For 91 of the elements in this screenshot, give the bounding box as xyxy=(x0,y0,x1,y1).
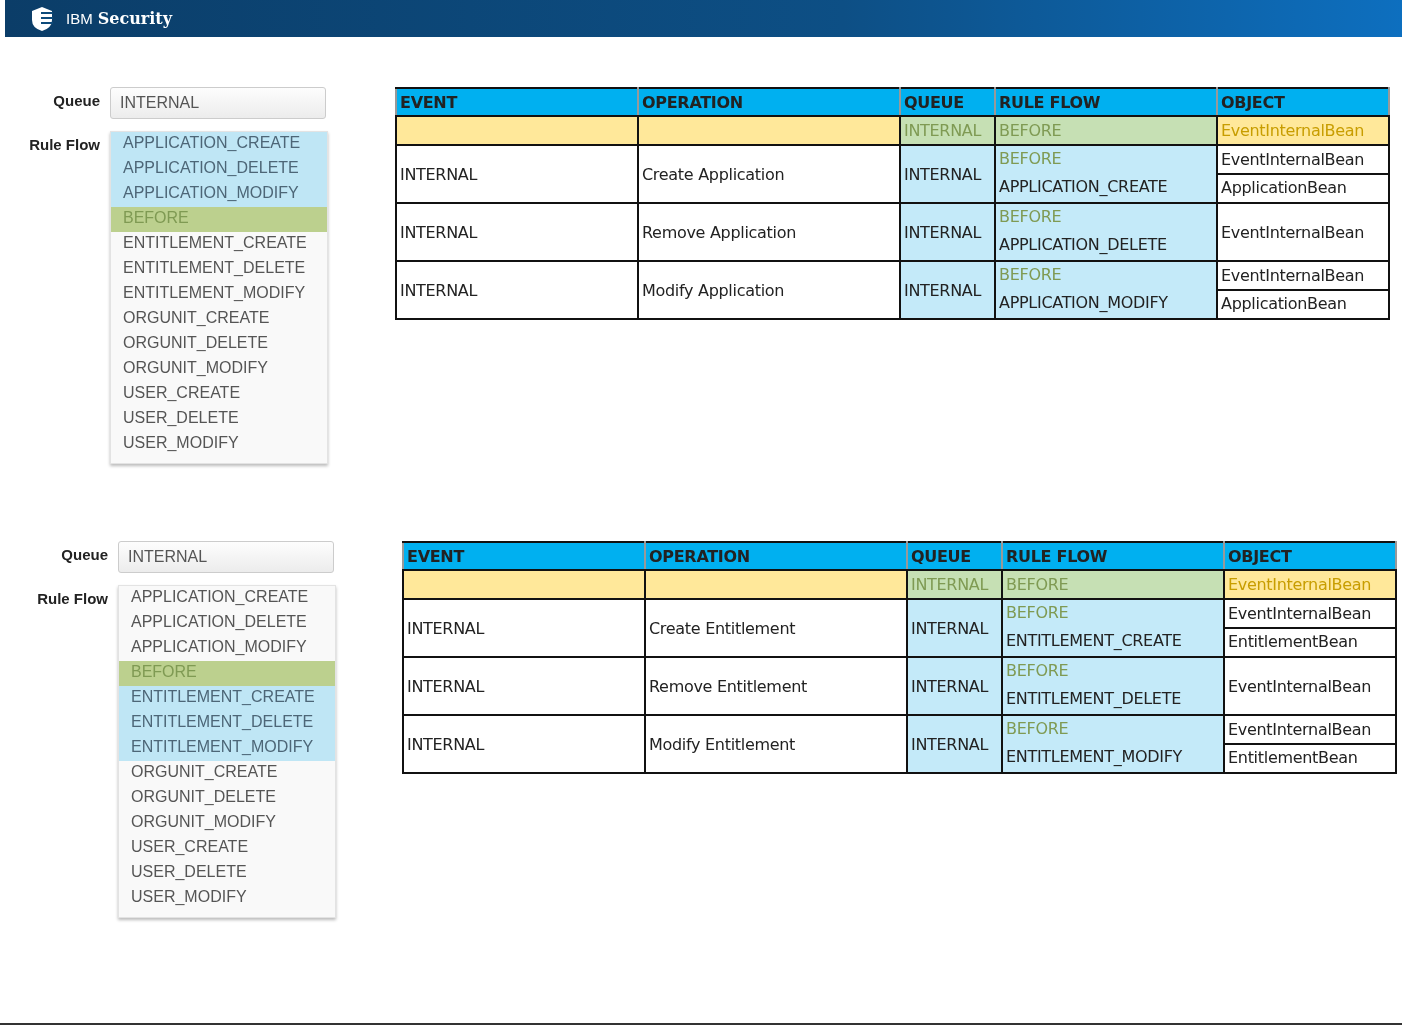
table-cell: BEFORE xyxy=(1002,570,1224,599)
rule-flow-option[interactable]: USER_MODIFY xyxy=(111,432,327,457)
shield-stripes-icon xyxy=(29,5,55,32)
column-header: OBJECT xyxy=(1217,88,1389,116)
column-header: OPERATION xyxy=(645,542,907,570)
table-cell: BEFORE xyxy=(995,116,1217,145)
rule-flow-option[interactable]: ENTITLEMENT_CREATE xyxy=(119,686,335,711)
table-cell: Modify Entitlement xyxy=(645,715,907,773)
brand-name: Security xyxy=(97,9,172,28)
rule-flow-option[interactable]: ENTITLEMENT_DELETE xyxy=(111,257,327,282)
table-cell: INTERNAL xyxy=(900,145,995,203)
rule-flow-option[interactable]: USER_DELETE xyxy=(111,407,327,432)
table-cell-text: ENTITLEMENT_DELETE xyxy=(1005,688,1182,710)
rule-flow-option[interactable]: ENTITLEMENT_DELETE xyxy=(119,711,335,736)
table-cell: INTERNAL xyxy=(396,145,638,203)
table-cell-text: APPLICATION_MODIFY xyxy=(998,292,1169,314)
table-cell-text: EventInternalBean xyxy=(1227,719,1373,741)
table-cell-text: BEFORE xyxy=(998,148,1063,170)
rule-flow-option[interactable]: APPLICATION_CREATE xyxy=(119,586,335,611)
rule-flow-option[interactable]: ENTITLEMENT_MODIFY xyxy=(111,282,327,307)
table-cell: EventInternalBean xyxy=(1217,116,1389,145)
table-cell-text: EventInternalBean xyxy=(1220,222,1366,242)
rule-flow-option[interactable]: ORGUNIT_DELETE xyxy=(119,786,335,811)
rule-flow-list[interactable] xyxy=(118,585,336,918)
table-cell-text: BEFORE xyxy=(1005,718,1070,740)
rule-flow-option[interactable]: USER_MODIFY xyxy=(119,886,335,911)
table-cell: INTERNAL xyxy=(396,203,638,261)
table-cell: Remove Entitlement xyxy=(645,657,907,715)
table-cell-text: EventInternalBean xyxy=(1220,149,1366,171)
column-header: QUEUE xyxy=(900,88,995,116)
table-cell-text: EventInternalBean xyxy=(1220,265,1366,287)
column-header: EVENT xyxy=(403,542,645,570)
rule-flow-option[interactable]: ORGUNIT_DELETE xyxy=(111,332,327,357)
table-cell: EntitlementBean xyxy=(1225,627,1395,655)
table-cell: INTERNAL xyxy=(396,261,638,319)
table-cell: INTERNAL xyxy=(403,599,645,657)
table-cell: ApplicationBean xyxy=(1218,289,1388,317)
table-cell-text: EventInternalBean xyxy=(1227,676,1373,696)
rule-flow-option[interactable]: APPLICATION_MODIFY xyxy=(111,182,327,207)
table-cell: EntitlementBean xyxy=(1225,743,1395,771)
table-cell: INTERNAL xyxy=(403,715,645,773)
rule-flow-option[interactable]: USER_CREATE xyxy=(111,382,327,407)
table-cell-text: APPLICATION_CREATE xyxy=(998,176,1169,198)
table-cell-text: BEFORE xyxy=(998,264,1063,286)
rule-flow-label: Rule Flow xyxy=(28,135,100,153)
table-cell: INTERNAL xyxy=(403,657,645,715)
column-header: RULE FLOW xyxy=(1002,542,1224,570)
table-cell: INTERNAL xyxy=(907,570,1002,599)
column-header: OPERATION xyxy=(638,88,900,116)
rule-flow-option[interactable]: USER_DELETE xyxy=(119,861,335,886)
column-header: QUEUE xyxy=(907,542,1002,570)
column-header: EVENT xyxy=(396,88,638,116)
table-cell: Modify Application xyxy=(638,261,900,319)
rule-flow-option[interactable]: USER_CREATE xyxy=(119,836,335,861)
rule-flow-option[interactable]: ORGUNIT_CREATE xyxy=(111,307,327,332)
table-cell: INTERNAL xyxy=(907,599,1002,657)
table-cell-text: EventInternalBean xyxy=(1227,603,1373,625)
rule-flow-option[interactable]: APPLICATION_CREATE xyxy=(111,132,327,157)
table-cell: Remove Application xyxy=(638,203,900,261)
table-cell-text: APPLICATION_DELETE xyxy=(998,234,1168,256)
table-cell: INTERNAL xyxy=(907,657,1002,715)
queue-field[interactable]: INTERNAL xyxy=(110,87,326,119)
table-cell-text: BEFORE xyxy=(1005,602,1070,624)
table-cell: Create Application xyxy=(638,145,900,203)
rule-flow-option[interactable]: APPLICATION_MODIFY xyxy=(119,636,335,661)
rule-flow-option[interactable]: APPLICATION_DELETE xyxy=(119,611,335,636)
column-header: RULE FLOW xyxy=(995,88,1217,116)
column-header: OBJECT xyxy=(1224,542,1396,570)
rule-flow-option[interactable]: ORGUNIT_CREATE xyxy=(119,761,335,786)
queue-label: Queue xyxy=(60,545,108,563)
table-cell: EventInternalBean xyxy=(1224,570,1396,599)
rule-flow-list[interactable] xyxy=(110,131,328,464)
table-cell: INTERNAL xyxy=(900,261,995,319)
rule-flow-option[interactable]: ORGUNIT_MODIFY xyxy=(119,811,335,836)
table-cell: INTERNAL xyxy=(900,203,995,261)
brand-name: IBM xyxy=(66,10,93,27)
queue-label: Queue xyxy=(52,91,100,109)
table-cell: INTERNAL xyxy=(900,116,995,145)
table-cell: Create Entitlement xyxy=(645,599,907,657)
table-cell-text: BEFORE xyxy=(998,206,1063,228)
table-cell: INTERNAL xyxy=(907,715,1002,773)
rule-flow-label: Rule Flow xyxy=(36,589,108,607)
rule-flow-option[interactable]: ORGUNIT_MODIFY xyxy=(111,357,327,382)
table-cell: ApplicationBean xyxy=(1218,173,1388,201)
queue-field[interactable]: INTERNAL xyxy=(118,541,334,573)
rule-flow-option[interactable]: ENTITLEMENT_MODIFY xyxy=(119,736,335,761)
table-cell-text: BEFORE xyxy=(1005,660,1070,682)
rule-flow-option[interactable]: ENTITLEMENT_CREATE xyxy=(111,232,327,257)
table-cell-text: ENTITLEMENT_MODIFY xyxy=(1005,746,1184,768)
table-cell-text: ENTITLEMENT_CREATE xyxy=(1005,630,1183,652)
rule-flow-option[interactable]: APPLICATION_DELETE xyxy=(111,157,327,182)
